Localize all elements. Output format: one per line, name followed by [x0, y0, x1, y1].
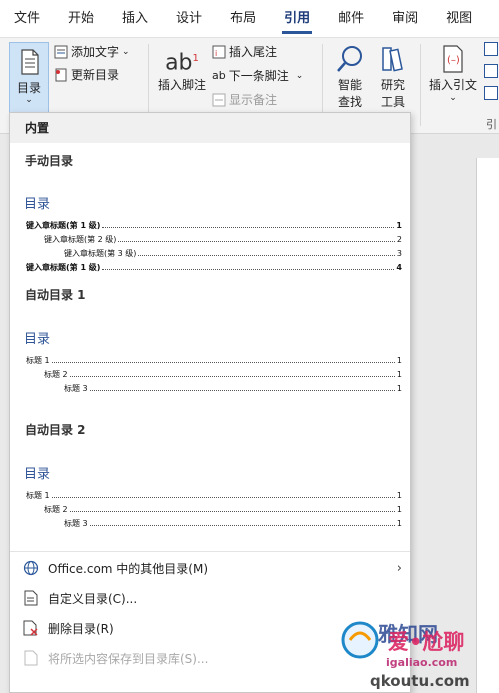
show-notes-icon [212, 93, 226, 106]
auto-toc-2-title: 自动目录 2 [25, 423, 86, 437]
chevron-down-icon: ⌄ [122, 46, 130, 57]
tab-home[interactable]: 开始 [54, 0, 108, 38]
office-more-toc-item[interactable]: Office.com 中的其他目录(M) › [10, 553, 410, 583]
watermark-text-3: igaliao.com [386, 656, 458, 669]
footnote-superscript: 1 [192, 53, 199, 64]
group-divider [420, 44, 421, 126]
auto-toc-1-title: 自动目录 1 [25, 288, 86, 302]
update-toc-button[interactable]: 更新目录 [54, 66, 119, 83]
svg-text:i: i [215, 49, 217, 58]
add-text-icon [54, 45, 68, 58]
chevron-right-icon: › [396, 561, 402, 576]
toc-entry: 键入章标题(第 1 级) 4 [26, 263, 402, 272]
next-footnote-icon: ab [212, 69, 226, 82]
manual-toc-preview[interactable]: 目录 键入章标题(第 1 级) 1 键入章标题(第 2 级) 2 键入章标题(第 3… [24, 193, 402, 276]
remove-toc-label: 删除目录(R) [48, 621, 114, 636]
smart-lookup-button[interactable]: 智能 查找 [330, 44, 370, 110]
research-tools-label-2: 工具 [380, 95, 405, 109]
toc-entry: 键入章标题(第 1 级) 1 [26, 221, 402, 230]
bibliography-icon[interactable] [484, 86, 498, 100]
style-icon[interactable] [484, 64, 498, 78]
toc-entry: 标题 31 [64, 519, 402, 528]
toc-heading: 目录 [24, 332, 51, 347]
show-notes-label: 显示备注 [229, 93, 278, 107]
books-icon [382, 47, 403, 72]
tab-help[interactable]: 帮 [486, 0, 499, 38]
tab-layout[interactable]: 布局 [216, 0, 270, 38]
custom-toc-icon [20, 590, 42, 606]
chevron-down-icon: ⌄ [295, 70, 304, 81]
auto-toc-1-preview[interactable]: 目录 标题 11 标题 21 标题 31 [24, 328, 402, 397]
toc-button[interactable]: 目录 ⌄ [9, 42, 49, 118]
toc-button-label: 目录 [16, 81, 41, 95]
insert-citation-button[interactable]: (–) 插入引文 ⌄ [424, 44, 482, 103]
next-footnote-label: 下一条脚注 [228, 69, 289, 83]
manual-toc-title: 手动目录 [25, 154, 74, 168]
toc-entry: 标题 21 [44, 505, 402, 514]
watermark-text-2: 爱•尬聊 [388, 630, 465, 654]
delete-toc-icon [20, 620, 42, 636]
next-footnote-button[interactable]: ab 下一条脚注 ⌄ [212, 67, 303, 84]
toc-gallery-dropdown: 内置 手动目录 目录 键入章标题(第 1 级) 1 键入章标题(第 2 级) 2 键… [9, 112, 411, 693]
group-label-fragment: 引 [486, 118, 497, 131]
footnote-icon: ab1 [156, 44, 208, 76]
toc-heading: 目录 [24, 197, 51, 212]
tab-mailings[interactable]: 邮件 [324, 0, 378, 38]
tab-insert[interactable]: 插入 [108, 0, 162, 38]
update-toc-label: 更新目录 [71, 68, 120, 82]
table-of-contents-icon [21, 49, 39, 75]
toc-entry: 键入章标题(第 2 级) 2 [44, 235, 402, 244]
smart-lookup-label-2: 查找 [337, 95, 362, 109]
toc-heading: 目录 [24, 467, 51, 482]
research-tools-button[interactable]: 研究 工具 [374, 44, 412, 110]
toc-entry: 标题 11 [26, 491, 402, 500]
save-selection-label: 将所选内容保存到目录库(S)... [48, 651, 209, 666]
ribbon-tab-bar: 文件 开始 插入 设计 布局 引用 邮件 审阅 视图 帮 [0, 0, 499, 38]
show-notes-button[interactable]: 显示备注 [212, 91, 277, 108]
svg-text:(–): (–) [447, 55, 460, 66]
toc-entry: 标题 31 [64, 384, 402, 393]
tab-file[interactable]: 文件 [0, 0, 54, 38]
gallery-header-builtin: 内置 [10, 113, 410, 143]
toc-entry: 标题 11 [26, 356, 402, 365]
search-icon [337, 46, 362, 72]
office-more-toc-label: Office.com 中的其他目录(M) [48, 561, 209, 576]
chevron-down-icon: ⌄ [25, 95, 33, 105]
watermark-logo-icon [341, 621, 379, 659]
manage-sources-icon[interactable] [484, 42, 498, 56]
tab-review[interactable]: 审阅 [378, 0, 432, 38]
toc-entry: 标题 21 [44, 370, 402, 379]
insert-footnote-button[interactable]: ab1 插入脚注 [156, 44, 208, 93]
insert-citation-label: 插入引文 [428, 78, 477, 92]
watermark: 雅知网 爱•尬聊 igaliao.com qkoutu.com [338, 612, 498, 692]
insert-footnote-label: 插入脚注 [157, 78, 206, 92]
add-text-label: 添加文字 [71, 45, 120, 59]
update-table-icon [55, 68, 67, 81]
custom-toc-item[interactable]: 自定义目录(C)... [10, 583, 410, 613]
insert-endnote-label: 插入尾注 [229, 45, 278, 59]
footnote-glyph: ab [165, 50, 193, 76]
insert-endnote-button[interactable]: i 插入尾注 [212, 43, 277, 60]
tab-references[interactable]: 引用 [270, 0, 324, 38]
save-gallery-icon [20, 650, 42, 666]
custom-toc-label: 自定义目录(C)... [48, 591, 138, 606]
watermark-text-4: qkoutu.com [370, 672, 470, 690]
tab-view[interactable]: 视图 [432, 0, 486, 38]
globe-icon [20, 560, 42, 576]
add-text-button[interactable]: 添加文字 ⌄ [54, 43, 130, 60]
auto-toc-2-preview[interactable]: 目录 标题 11 标题 21 标题 31 [24, 463, 402, 532]
research-tools-label-1: 研究 [380, 78, 405, 92]
smart-lookup-label-1: 智能 [337, 78, 362, 92]
endnote-icon: i [212, 45, 226, 58]
chevron-down-icon: ⌄ [449, 93, 457, 103]
tab-design[interactable]: 设计 [162, 0, 216, 38]
toc-entry: 键入章标题(第 3 级) 3 [64, 249, 402, 258]
menu-divider [10, 551, 410, 552]
citation-icon: (–) [443, 45, 463, 73]
